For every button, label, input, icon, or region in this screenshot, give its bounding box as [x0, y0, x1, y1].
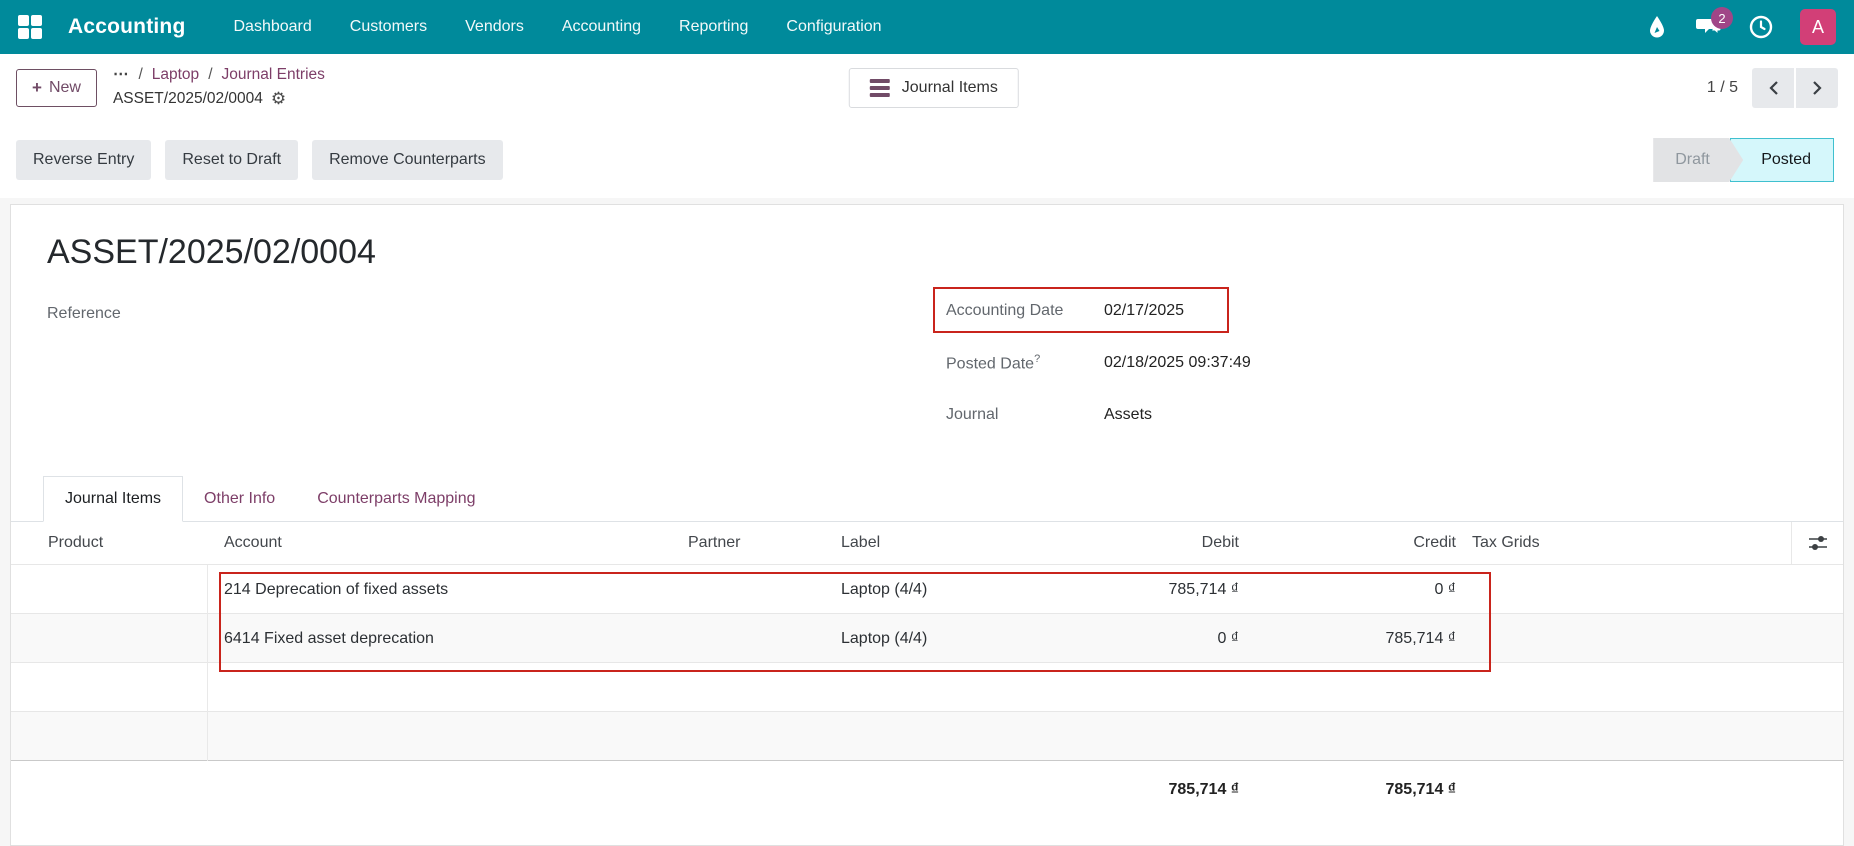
pager-previous-button[interactable] — [1752, 68, 1794, 108]
status-posted: Posted — [1730, 138, 1834, 182]
reference-label[interactable]: Reference — [47, 305, 121, 323]
table-totals: 785,714 ₫ 785,714 ₫ — [11, 760, 1843, 819]
cell-account[interactable]: 6414 Fixed asset deprecation — [208, 630, 678, 648]
new-button[interactable]: + New — [16, 69, 97, 107]
new-button-label: New — [48, 79, 81, 96]
help-icon: ? — [1034, 352, 1041, 365]
cell-label[interactable]: Laptop (4/4) — [831, 630, 1136, 648]
activities-clock-icon[interactable] — [1748, 14, 1774, 40]
table-row[interactable]: 214 Deprecation of fixed assets Laptop (… — [11, 564, 1843, 614]
nav-menu: Dashboard Customers Vendors Accounting R… — [234, 18, 882, 36]
pager-count: 1 / 5 — [1706, 79, 1738, 96]
breadcrumb-separator: / — [208, 66, 213, 84]
app-name[interactable]: Accounting — [68, 15, 186, 39]
table-empty-row — [11, 711, 1843, 761]
navbar-right: 2 A — [1644, 7, 1836, 45]
nav-item-accounting[interactable]: Accounting — [562, 18, 641, 36]
cell-product[interactable] — [11, 565, 208, 614]
table-empty-row — [11, 662, 1843, 712]
posted-date-label: Posted Date? — [946, 352, 1041, 373]
nav-item-configuration[interactable]: Configuration — [786, 18, 881, 36]
cell-debit[interactable]: 785,714 ₫ — [1136, 581, 1249, 599]
cell-credit[interactable]: 785,714 ₫ — [1249, 630, 1466, 648]
total-debit: 785,714 ₫ — [1168, 781, 1240, 798]
column-header-product[interactable]: Product — [11, 534, 208, 552]
gear-icon[interactable]: ⚙ — [271, 87, 286, 112]
user-avatar[interactable]: A — [1800, 9, 1836, 45]
breadcrumb-ellipsis[interactable]: ⋯ — [113, 64, 130, 86]
messages-badge: 2 — [1711, 7, 1733, 29]
breadcrumb-link-journal-entries[interactable]: Journal Entries — [222, 64, 325, 86]
field-column: Accounting Date 02/17/2025 Posted Date? … — [933, 287, 1506, 453]
cell-debit[interactable]: 0 ₫ — [1136, 630, 1249, 648]
table-header-row: Product Account Partner Label Debit Cred… — [11, 522, 1843, 564]
nav-item-customers[interactable]: Customers — [350, 18, 427, 36]
journal-value[interactable]: Assets — [1104, 406, 1152, 424]
table-row[interactable]: 6414 Fixed asset deprecation Laptop (4/4… — [11, 613, 1843, 663]
cell-product[interactable] — [11, 614, 208, 663]
pager-next-button[interactable] — [1796, 68, 1838, 108]
remove-counterparts-button[interactable]: Remove Counterparts — [312, 140, 503, 180]
total-credit: 785,714 ₫ — [1385, 781, 1457, 798]
accounting-date-label: Accounting Date — [946, 302, 1064, 319]
top-navbar: Accounting Dashboard Customers Vendors A… — [0, 0, 1854, 54]
status-bar: Draft Posted — [1653, 138, 1834, 182]
breadcrumb-link-laptop[interactable]: Laptop — [152, 64, 199, 86]
cell-account[interactable]: 214 Deprecation of fixed assets — [208, 581, 678, 599]
tab-journal-items[interactable]: Journal Items — [43, 476, 184, 522]
column-header-account[interactable]: Account — [208, 534, 678, 552]
entry-title: ASSET/2025/02/0004 — [47, 233, 376, 271]
nav-item-reporting[interactable]: Reporting — [679, 18, 748, 36]
nav-item-vendors[interactable]: Vendors — [465, 18, 524, 36]
journal-items-table: Product Account Partner Label Debit Cred… — [11, 522, 1843, 819]
breadcrumb-current: ASSET/2025/02/0004 — [112, 89, 263, 107]
column-header-tax-grids[interactable]: Tax Grids — [1466, 534, 1561, 552]
sheet-background: ASSET/2025/02/0004 Reference Accounting … — [0, 198, 1854, 846]
reverse-entry-button[interactable]: Reverse Entry — [16, 140, 152, 180]
column-header-debit[interactable]: Debit — [1136, 534, 1249, 552]
table-body: 214 Deprecation of fixed assets Laptop (… — [11, 564, 1843, 761]
tab-counterparts-mapping[interactable]: Counterparts Mapping — [296, 477, 496, 521]
control-panel: + New ⋯ / Laptop / Journal Entries ASSET… — [0, 54, 1854, 122]
nav-item-dashboard[interactable]: Dashboard — [234, 18, 312, 36]
apps-grid-icon[interactable] — [18, 15, 42, 39]
form-sheet: ASSET/2025/02/0004 Reference Accounting … — [10, 204, 1844, 846]
cell-label[interactable]: Laptop (4/4) — [831, 581, 1136, 599]
pager: 1 / 5 — [1707, 68, 1838, 108]
tab-other-info[interactable]: Other Info — [183, 477, 296, 521]
hamburger-icon — [869, 79, 890, 97]
action-bar: Reverse Entry Reset to Draft Remove Coun… — [0, 122, 1854, 198]
messages-icon[interactable]: 2 — [1696, 7, 1733, 40]
column-header-partner[interactable]: Partner — [678, 534, 831, 552]
column-header-credit[interactable]: Credit — [1249, 534, 1466, 552]
optional-columns-icon[interactable] — [1791, 522, 1843, 564]
column-header-label[interactable]: Label — [831, 534, 1136, 552]
accounting-date-value[interactable]: 02/17/2025 — [1104, 302, 1184, 320]
breadcrumb-separator: / — [138, 66, 143, 84]
status-draft[interactable]: Draft — [1653, 138, 1743, 182]
journal-label: Journal — [946, 406, 999, 423]
journal-items-button-label: Journal Items — [901, 79, 998, 96]
droplet-icon[interactable] — [1644, 14, 1670, 40]
posted-date-value[interactable]: 02/18/2025 09:37:49 — [1104, 354, 1251, 372]
breadcrumb: ⋯ / Laptop / Journal Entries ASSET/2025/… — [113, 64, 325, 111]
notebook-tabs: Journal Items Other Info Counterparts Ma… — [11, 473, 1843, 522]
cell-credit[interactable]: 0 ₫ — [1249, 581, 1466, 599]
plus-icon: + — [32, 78, 42, 97]
journal-items-button[interactable]: Journal Items — [848, 68, 1019, 108]
reset-to-draft-button[interactable]: Reset to Draft — [165, 140, 299, 180]
